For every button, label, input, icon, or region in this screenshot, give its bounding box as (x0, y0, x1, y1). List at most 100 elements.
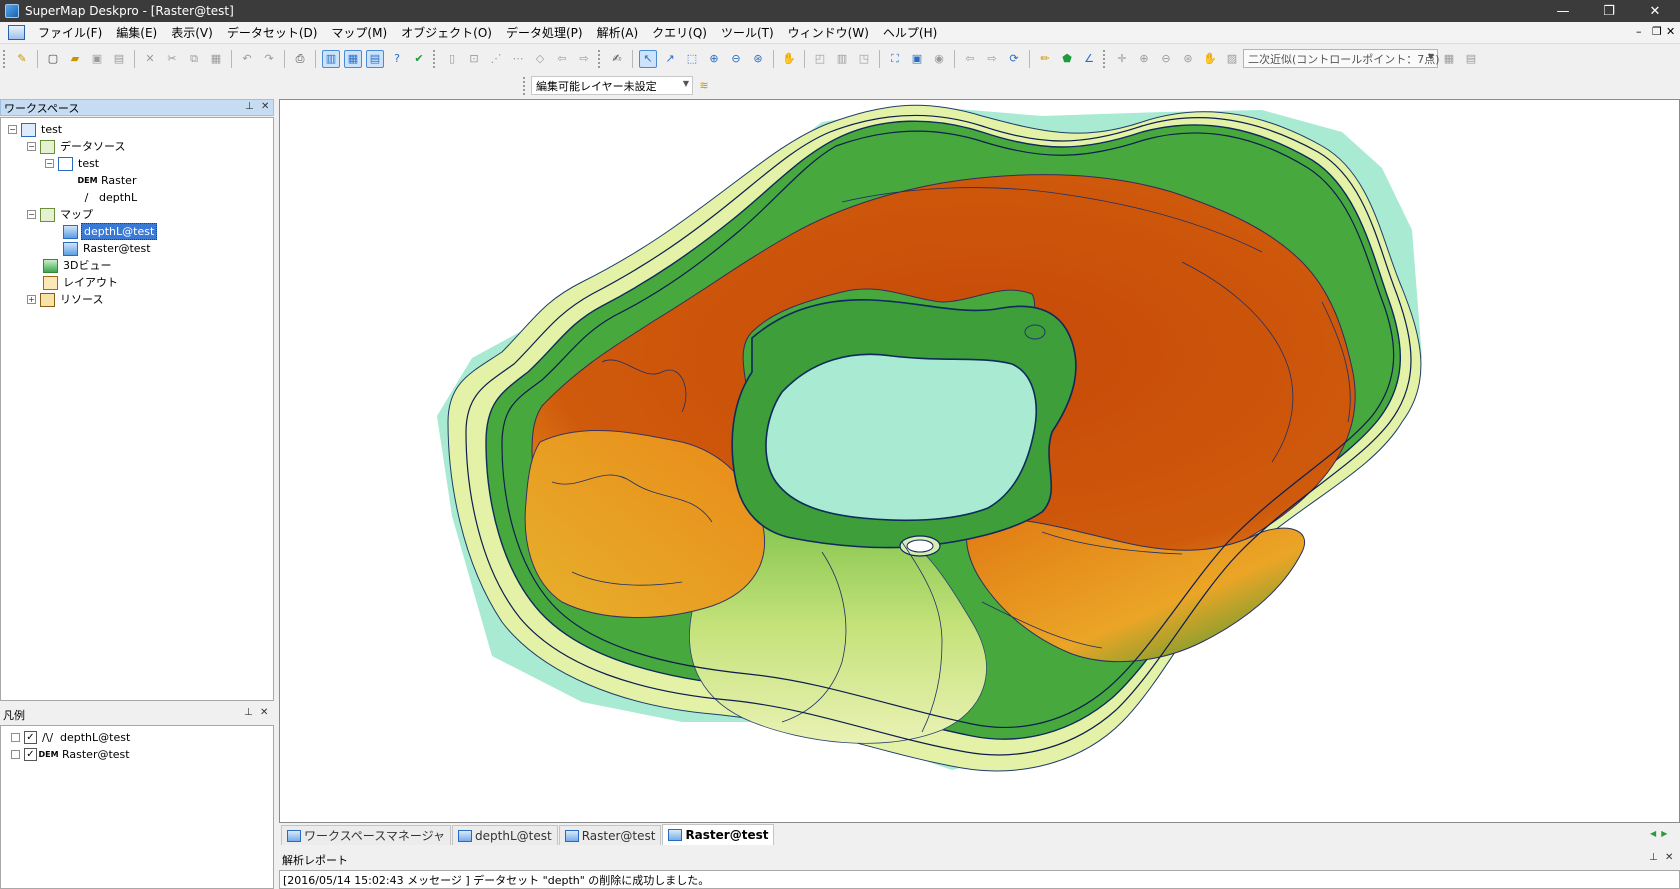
map-window[interactable] (279, 99, 1680, 823)
node-edit-icon[interactable]: ⊡ (465, 50, 483, 68)
menu-edit[interactable]: 編集(E) (109, 23, 164, 43)
redo-icon[interactable]: ↷ (260, 50, 278, 68)
delete-icon[interactable]: ✕ (141, 50, 159, 68)
collapse-icon[interactable]: − (8, 125, 17, 134)
tree-layouts[interactable]: レイアウト (43, 274, 120, 291)
rotate-icon[interactable]: ◇ (531, 50, 549, 68)
zoom-in-disabled-icon[interactable]: ⊕ (1135, 50, 1153, 68)
save-all-icon[interactable]: ▤ (110, 50, 128, 68)
full-extent-icon[interactable]: ⛶ (886, 50, 904, 68)
chart-icon[interactable]: ▥ (833, 50, 851, 68)
mdi-restore-button[interactable]: ❐ (1652, 25, 1662, 38)
forward-icon[interactable]: ⇨ (575, 50, 593, 68)
output-window-toggle-icon[interactable]: ▤ (366, 49, 384, 68)
check-icon[interactable]: ✔ (410, 50, 428, 68)
map-overview-icon[interactable]: ◉ (930, 50, 948, 68)
expand-icon[interactable]: + (27, 295, 36, 304)
close-button[interactable]: ✕ (1632, 0, 1678, 22)
rect-select-icon[interactable]: ⬚ (683, 50, 701, 68)
menu-analysis[interactable]: 解析(A) (590, 23, 646, 43)
tree-3d-scenes[interactable]: 3Dビュー (43, 257, 113, 274)
close-icon[interactable]: ✕ (261, 101, 269, 112)
pin-icon[interactable]: ⊥ (245, 101, 254, 112)
edit-mode-icon[interactable]: ✍ (608, 50, 626, 68)
tab-workspace-manager[interactable]: ワークスペースマネージャ (281, 825, 452, 845)
help-icon[interactable]: ? (388, 50, 406, 68)
collapse-icon[interactable]: − (27, 142, 36, 151)
tab-map-depthl[interactable]: depthL@test (452, 825, 558, 845)
tree-dataset-raster[interactable]: DEM Raster (77, 172, 138, 189)
tab-map-raster[interactable]: Raster@test (558, 825, 662, 845)
vertex-icon[interactable]: ⋰ (487, 50, 505, 68)
pin-icon[interactable]: ⊥ (244, 707, 253, 718)
raster-map-canvas[interactable] (282, 102, 1677, 820)
undo-icon[interactable]: ↶ (238, 50, 256, 68)
lasso-select-icon[interactable]: ↗ (661, 50, 679, 68)
workspace-manager-toggle-icon[interactable]: ▥ (322, 49, 340, 68)
snap-icon[interactable]: ⋯ (509, 50, 527, 68)
back-icon[interactable]: ⇦ (553, 50, 571, 68)
entire-view-icon[interactable]: ▣ (908, 50, 926, 68)
legend-layer-raster[interactable]: ✓ DEM Raster@test (11, 746, 132, 763)
measure-distance-icon[interactable]: ✏ (1036, 50, 1054, 68)
print-icon[interactable]: ⎙ (291, 50, 309, 68)
layer-visible-checkbox[interactable]: ✓ (24, 731, 37, 744)
close-icon[interactable]: ✕ (260, 707, 268, 718)
tab-scroll-arrows[interactable]: ◀ ▶ (1650, 829, 1667, 838)
tab-scroll-right-icon[interactable]: ▶ (1661, 829, 1667, 838)
zoom-out-icon[interactable]: ⊖ (727, 50, 745, 68)
legend-layer-depthl[interactable]: ✓ ∕\∕ depthL@test (11, 729, 132, 746)
expand-icon[interactable] (11, 750, 20, 759)
menu-file[interactable]: ファイル(F) (31, 23, 109, 43)
menu-tools[interactable]: ツール(T) (714, 23, 781, 43)
close-icon[interactable]: ✕ (1665, 852, 1673, 863)
tree-resources[interactable]: + リソース (27, 291, 105, 308)
zoom-window-disabled-icon[interactable]: ⊛ (1179, 50, 1197, 68)
transform-method-select[interactable]: 二次近似(コントロールポイント：7点) ▼ (1243, 49, 1440, 68)
mdi-close-button[interactable]: ✕ (1666, 25, 1675, 38)
collapse-icon[interactable]: − (45, 159, 54, 168)
menu-window[interactable]: ウィンドウ(W) (781, 23, 876, 43)
open-icon[interactable]: ▰ (66, 50, 84, 68)
pin-icon[interactable]: ⊥ (1649, 852, 1658, 863)
register-icon[interactable]: ▤ (1462, 50, 1480, 68)
tree-dataset-depthl[interactable]: ∕ depthL (79, 189, 139, 206)
menu-query[interactable]: クエリ(Q) (645, 23, 714, 43)
measure-angle-icon[interactable]: ∠ (1080, 50, 1098, 68)
menu-help[interactable]: ヘルプ(H) (876, 23, 944, 43)
menu-view[interactable]: 表示(V) (164, 23, 220, 43)
tree-datasources[interactable]: − データソース (27, 138, 127, 155)
wizard-icon[interactable]: ✎ (13, 50, 31, 68)
calculate-icon[interactable]: ▦ (1440, 50, 1458, 68)
select-tool-icon[interactable]: ↖ (639, 49, 657, 68)
collapse-icon[interactable]: − (27, 210, 36, 219)
layer-manager-toggle-icon[interactable]: ▦ (344, 49, 362, 68)
pan-icon[interactable]: ✋ (780, 50, 798, 68)
save-icon[interactable]: ▣ (88, 50, 106, 68)
zoom-free-icon[interactable]: ⊛ (749, 50, 767, 68)
tree-map-depthl[interactable]: depthL@test (63, 223, 158, 240)
tree-workspace-root[interactable]: − test (8, 121, 64, 138)
workspace-menu-icon[interactable] (8, 25, 25, 40)
menu-map[interactable]: マップ(M) (324, 23, 394, 43)
tree-maps[interactable]: − マップ (27, 206, 95, 223)
label-icon[interactable]: ◰ (811, 50, 829, 68)
tab-map-raster-active[interactable]: Raster@test (662, 824, 775, 845)
expand-icon[interactable] (11, 733, 20, 742)
tab-scroll-left-icon[interactable]: ◀ (1650, 829, 1656, 838)
measure-area-icon[interactable]: ⬟ (1058, 50, 1076, 68)
menu-data-processing[interactable]: データ処理(P) (499, 23, 590, 43)
editable-layer-select[interactable]: 編集可能レイヤー未設定 ▼ (531, 76, 693, 95)
thematic-icon[interactable]: ◳ (855, 50, 873, 68)
select-page-icon[interactable]: ▯ (443, 50, 461, 68)
tree-datasource-test[interactable]: − test (45, 155, 101, 172)
layer-visible-checkbox[interactable]: ✓ (24, 748, 37, 761)
copy-icon[interactable]: ⧉ (185, 50, 203, 68)
menu-dataset[interactable]: データセット(D) (220, 23, 325, 43)
next-view-icon[interactable]: ⇨ (983, 50, 1001, 68)
minimize-button[interactable]: — (1540, 0, 1586, 22)
refresh-icon[interactable]: ⟳ (1005, 50, 1023, 68)
menu-object[interactable]: オブジェクト(O) (394, 23, 499, 43)
new-icon[interactable]: ▢ (44, 50, 62, 68)
image-icon[interactable]: ▨ (1223, 50, 1241, 68)
